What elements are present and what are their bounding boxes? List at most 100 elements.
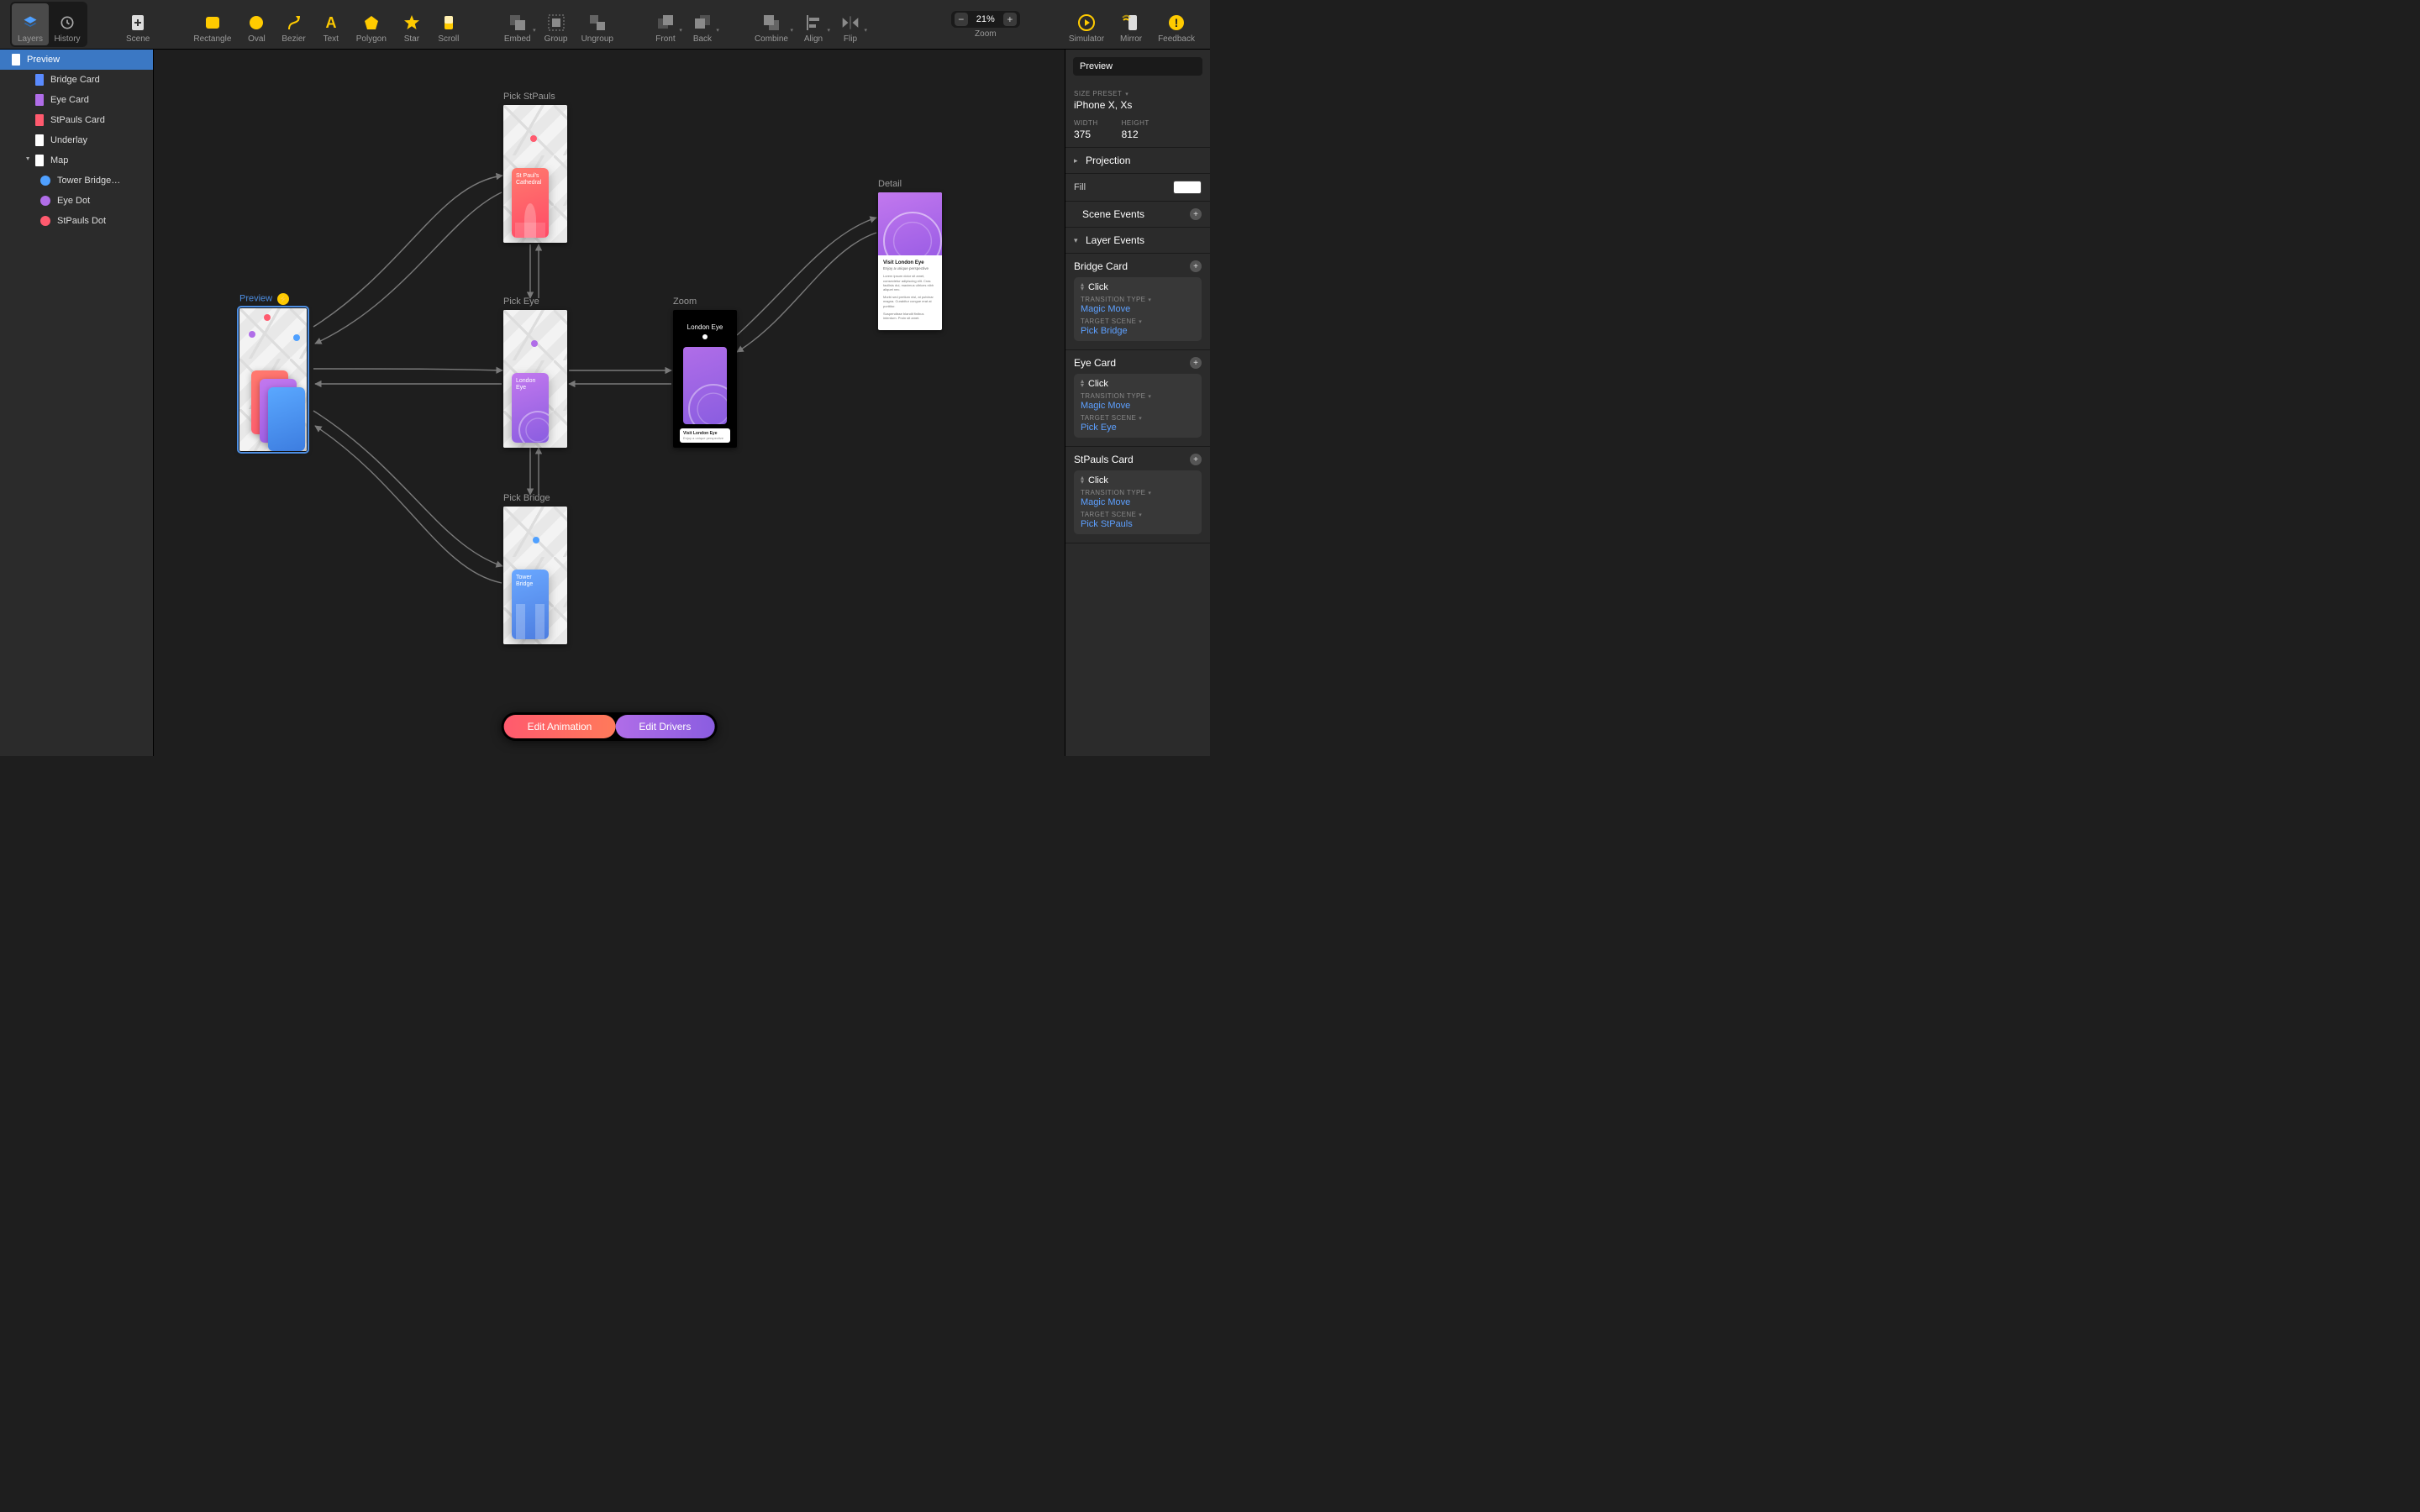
chevron-down-icon: ▾ xyxy=(1148,297,1151,303)
layer-row[interactable]: Bridge Card xyxy=(0,70,153,90)
scene-title: Pick StPauls xyxy=(503,92,567,102)
layer-name: Map xyxy=(50,155,68,165)
zoom-heading: London Eye xyxy=(673,310,737,331)
new-scene-button[interactable]: Scene xyxy=(121,3,155,45)
group-icon xyxy=(547,13,566,32)
inspector-panel: Preview SIZE PRESET▾ iPhone X, Xs WIDTH … xyxy=(1065,50,1210,756)
rectangle-tool[interactable]: Rectangle xyxy=(188,3,236,45)
sort-handle-icon[interactable]: ▴▾ xyxy=(1081,283,1084,291)
event-layer-name: StPauls Card xyxy=(1074,454,1134,465)
mirror-button[interactable]: Mirror xyxy=(1114,3,1148,45)
front-button[interactable]: Front ▾ xyxy=(649,3,682,45)
fill-color-swatch[interactable] xyxy=(1173,181,1202,194)
height-label: HEIGHT xyxy=(1122,119,1150,127)
zoom-out-button[interactable]: − xyxy=(955,13,968,26)
group-button[interactable]: Group xyxy=(539,3,573,45)
event-card[interactable]: ▴▾ClickTRANSITION TYPE ▾Magic MoveTARGET… xyxy=(1074,374,1202,438)
event-card[interactable]: ▴▾ClickTRANSITION TYPE ▾Magic MoveTARGET… xyxy=(1074,277,1202,341)
flip-button[interactable]: Flip ▾ xyxy=(834,3,867,45)
layer-name: Preview xyxy=(27,55,60,65)
scene-zoom[interactable]: Zoom London Eye Visit London Eye Enjoy a… xyxy=(673,297,737,448)
card-title: Tower Bridge xyxy=(516,575,544,587)
scroll-icon xyxy=(439,13,458,32)
layer-row[interactable]: StPauls Dot xyxy=(0,211,153,231)
ungroup-icon xyxy=(588,13,607,32)
transition-type-value[interactable]: Magic Move xyxy=(1081,304,1195,314)
history-label: History xyxy=(54,34,80,44)
ungroup-button[interactable]: Ungroup xyxy=(576,3,618,45)
send-back-icon xyxy=(693,13,712,32)
transition-type-value[interactable]: Magic Move xyxy=(1081,401,1195,411)
layers-tab[interactable]: Layers xyxy=(12,3,49,45)
layer-swatch-icon xyxy=(35,114,44,126)
sort-handle-icon[interactable]: ▴▾ xyxy=(1081,380,1084,388)
chevron-down-icon: ▾ xyxy=(1148,490,1151,496)
size-preset-value[interactable]: iPhone X, Xs xyxy=(1074,99,1202,111)
projection-section[interactable]: ▸ Projection xyxy=(1065,148,1210,174)
target-scene-value[interactable]: Pick Eye xyxy=(1081,423,1195,433)
layer-row[interactable]: Eye Card xyxy=(0,90,153,110)
add-event-button[interactable]: + xyxy=(1190,260,1202,272)
scene-title: Preview xyxy=(239,294,272,304)
edit-animation-button[interactable]: Edit Animation xyxy=(504,715,616,738)
layer-events-section[interactable]: ▾ Layer Events xyxy=(1065,228,1210,254)
scene-preview[interactable]: Preview⚡ xyxy=(239,293,307,451)
add-scene-event-button[interactable]: + xyxy=(1190,208,1202,220)
combine-button[interactable]: Combine ▾ xyxy=(750,3,793,45)
scroll-tool[interactable]: Scroll xyxy=(432,3,466,45)
transition-type-value[interactable]: Magic Move xyxy=(1081,497,1195,507)
layer-row[interactable]: ▸ Map xyxy=(0,150,153,171)
embed-button[interactable]: Embed ▾ xyxy=(499,3,536,45)
oval-tool[interactable]: Oval xyxy=(239,3,273,45)
size-preset-label: SIZE PRESET▾ xyxy=(1074,90,1202,97)
scene-pick-bridge[interactable]: Pick Bridge Tower Bridge xyxy=(503,493,567,644)
scene-title: Pick Eye xyxy=(503,297,567,307)
layer-swatch-icon xyxy=(35,74,44,86)
scene-name-field[interactable]: Preview xyxy=(1073,57,1202,76)
align-button[interactable]: Align ▾ xyxy=(797,3,830,45)
layer-row[interactable]: StPauls Card xyxy=(0,110,153,130)
scene-pick-stpauls[interactable]: Pick StPauls St Paul's Cathedral xyxy=(503,92,567,243)
width-value[interactable]: 375 xyxy=(1074,129,1098,140)
polygon-tool[interactable]: Polygon xyxy=(351,3,392,45)
width-label: WIDTH xyxy=(1074,119,1098,127)
fill-section: Fill xyxy=(1065,174,1210,202)
layer-event-block: StPauls Card + ▴▾ClickTRANSITION TYPE ▾Mag… xyxy=(1065,447,1210,543)
canvas[interactable]: Preview⚡ Pick StPauls St Paul's Cathedra… xyxy=(154,50,1065,756)
layer-row[interactable]: Eye Dot xyxy=(0,191,153,211)
add-event-button[interactable]: + xyxy=(1190,454,1202,465)
oval-icon xyxy=(247,13,266,32)
feedback-button[interactable]: ! Feedback xyxy=(1153,3,1200,45)
zoom-value[interactable]: 21% xyxy=(971,14,1000,24)
zoom-in-button[interactable]: + xyxy=(1003,13,1017,26)
back-button[interactable]: Back ▾ xyxy=(686,3,719,45)
layer-row[interactable]: Underlay xyxy=(0,130,153,150)
layer-row[interactable]: Preview xyxy=(0,50,153,70)
scene-events-section[interactable]: Scene Events + xyxy=(1065,202,1210,228)
sort-handle-icon[interactable]: ▴▾ xyxy=(1081,476,1084,485)
target-scene-value[interactable]: Pick StPauls xyxy=(1081,519,1195,529)
history-tab[interactable]: History xyxy=(49,3,86,45)
layer-name: Underlay xyxy=(50,135,87,145)
height-value[interactable]: 812 xyxy=(1122,129,1150,140)
event-layer-name: Eye Card xyxy=(1074,357,1116,369)
layer-row[interactable]: Tower Bridge… xyxy=(0,171,153,191)
target-scene-label: TARGET SCENE xyxy=(1081,318,1136,325)
svg-text:!: ! xyxy=(1175,16,1179,29)
scene-pick-eye[interactable]: Pick Eye London Eye xyxy=(503,297,567,448)
star-tool[interactable]: Star xyxy=(395,3,429,45)
text-tool[interactable]: A Text xyxy=(314,3,348,45)
scene-detail[interactable]: Detail Visit London Eye Enjoy a unique p… xyxy=(878,179,942,330)
layer-swatch-icon xyxy=(35,155,44,166)
layer-name: Eye Card xyxy=(50,95,89,105)
target-scene-value[interactable]: Pick Bridge xyxy=(1081,326,1195,336)
edit-drivers-button[interactable]: Edit Drivers xyxy=(615,715,714,738)
disclosure-triangle-icon[interactable]: ▸ xyxy=(25,157,32,164)
event-layer-name: Bridge Card xyxy=(1074,260,1128,272)
bezier-tool[interactable]: Bezier xyxy=(276,3,310,45)
arrange-tools: Front ▾ Back ▾ xyxy=(649,3,719,45)
transform-tools: Combine ▾ Align ▾ Flip ▾ xyxy=(750,3,867,45)
simulator-button[interactable]: Simulator xyxy=(1064,3,1109,45)
event-card[interactable]: ▴▾ClickTRANSITION TYPE ▾Magic MoveTARGET… xyxy=(1074,470,1202,534)
add-event-button[interactable]: + xyxy=(1190,357,1202,369)
